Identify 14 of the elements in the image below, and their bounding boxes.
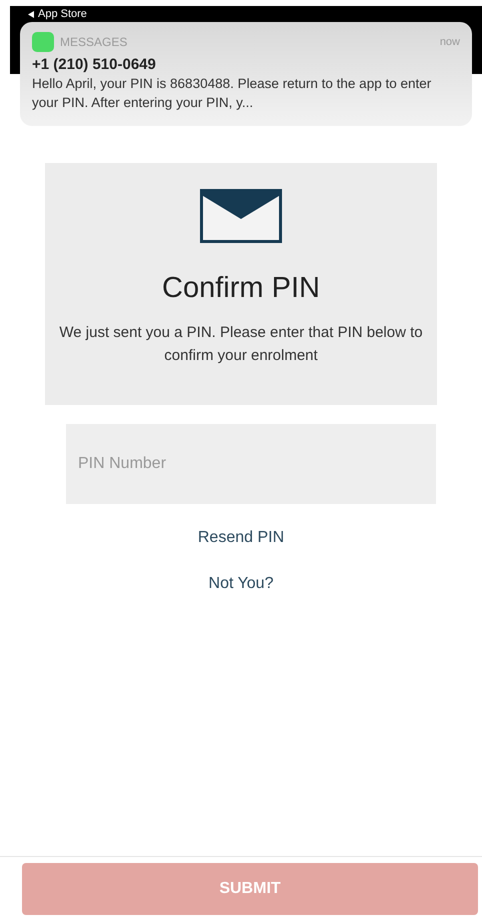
card-description: We just sent you a PIN. Please enter that PIN below to confirm your enrolment	[58, 322, 424, 366]
notification-sender: +1 (210) 510-0649	[32, 56, 157, 74]
messages-app-icon	[32, 32, 54, 52]
pin-field[interactable]: PIN Number	[66, 424, 436, 504]
envelope-icon	[200, 189, 282, 243]
back-arrow-icon	[28, 11, 34, 18]
text-link[interactable]: Not You?	[208, 572, 274, 596]
notification-time: now	[440, 34, 460, 50]
text-link[interactable]: Resend PIN	[198, 526, 284, 550]
back-label[interactable]: App Store	[38, 7, 87, 21]
app-name: MESSAGES	[60, 34, 128, 51]
notification-banner[interactable]: MESSAGES now +1 (210) 510-0649 Hello April, your PIN is 86830488. Please return to the app to enter your PIN. After entering your PIN, y...	[20, 22, 472, 126]
card-title: Confirm PIN	[162, 271, 320, 306]
notification-body: Hello April, your PIN is 86830488. Please return to the app to enter your PIN. After entering your PIN, y...	[32, 75, 432, 112]
